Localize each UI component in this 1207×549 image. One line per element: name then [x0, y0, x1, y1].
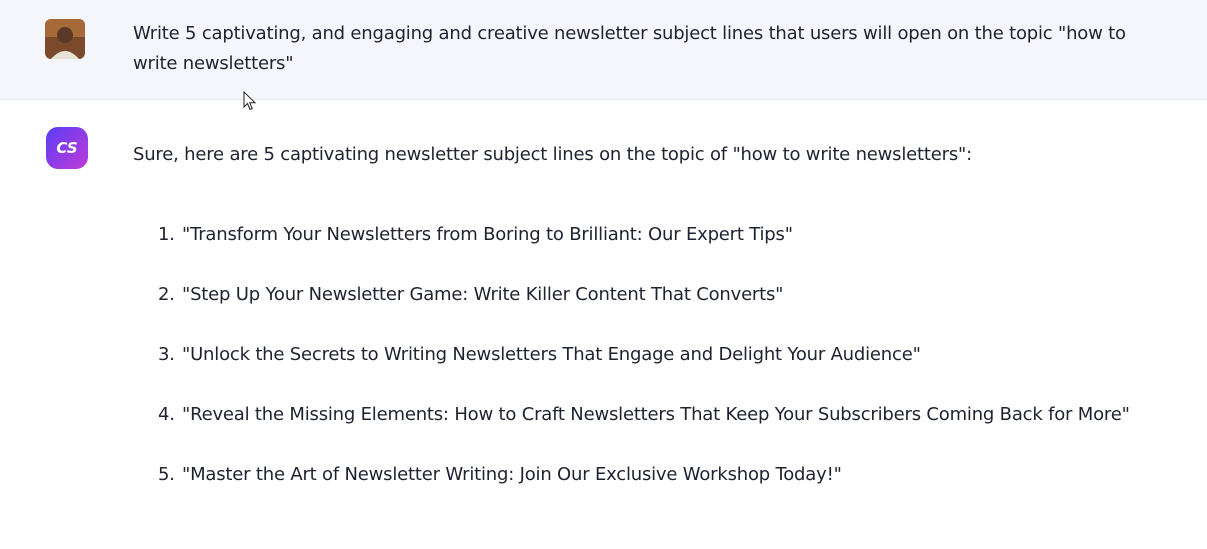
list-item-text: "Reveal the Missing Elements: How to Cra… [182, 404, 1130, 425]
assistant-avatar-text: CS [56, 139, 77, 157]
assistant-avatar: CS [45, 126, 89, 170]
list-item: 5. "Master the Art of Newsletter Writing:… [158, 460, 1130, 520]
list-item-text: "Unlock the Secrets to Writing Newslette… [182, 344, 921, 365]
list-item: 4. "Reveal the Missing Elements: How to C… [158, 400, 1130, 460]
list-item-text: "Master the Art of Newsletter Writing: J… [182, 464, 842, 485]
list-item-number: 1. [158, 224, 175, 245]
subject-lines-list: 1. "Transform Your Newsletters from Borin… [158, 220, 1130, 520]
mouse-cursor-icon [243, 90, 257, 111]
assistant-intro-text: Sure, here are 5 captivating newsletter … [133, 144, 972, 165]
list-item-text: "Transform Your Newsletters from Boring … [182, 224, 793, 245]
list-item: 1. "Transform Your Newsletters from Borin… [158, 220, 1130, 280]
list-item-number: 3. [158, 344, 175, 365]
list-item: 2. "Step Up Your Newsletter Game: Write K… [158, 280, 1130, 340]
list-item-text: "Step Up Your Newsletter Game: Write Kil… [182, 284, 784, 305]
user-avatar[interactable] [45, 19, 85, 59]
list-item: 3. "Unlock the Secrets to Writing Newslet… [158, 340, 1130, 400]
list-item-number: 4. [158, 404, 175, 425]
list-item-number: 2. [158, 284, 175, 305]
user-message-text: Write 5 captivating, and engaging and cr… [133, 23, 1126, 74]
user-message: Write 5 captivating, and engaging and cr… [0, 0, 1207, 100]
list-item-number: 5. [158, 464, 175, 485]
